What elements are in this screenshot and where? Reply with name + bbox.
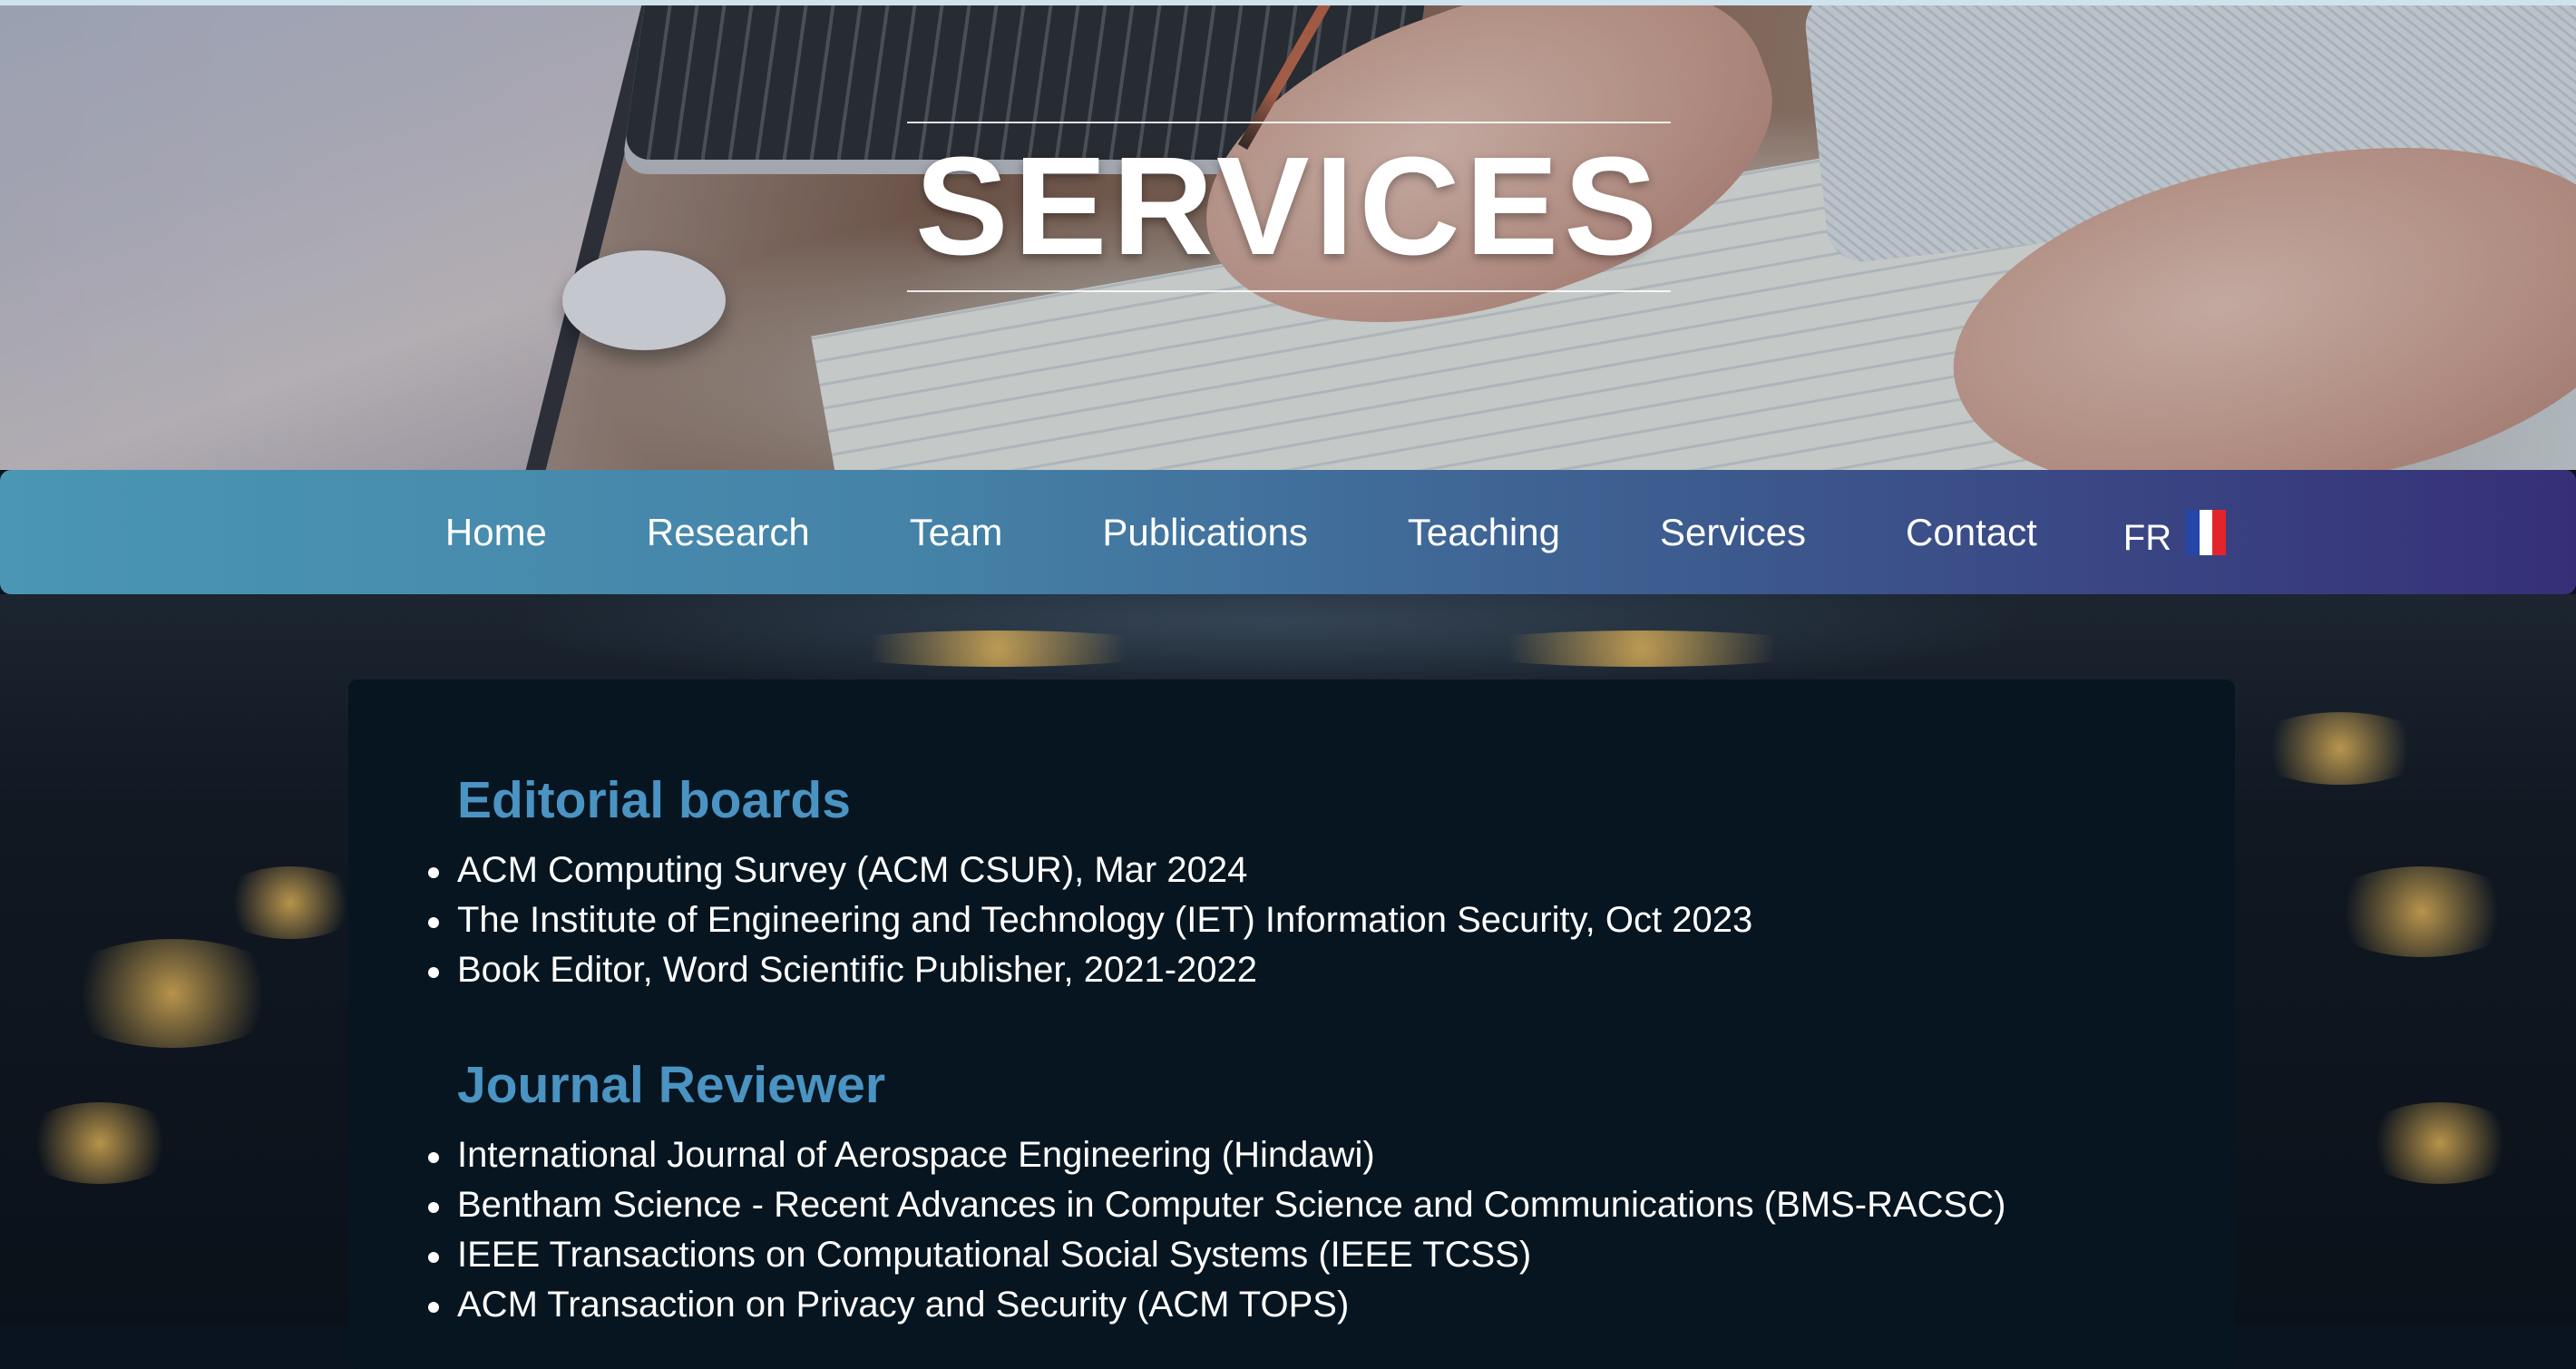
list-item: International Journal of Aerospace Engin… xyxy=(427,1130,2005,1180)
nav-home[interactable]: Home xyxy=(445,511,547,554)
nav-contact[interactable]: Contact xyxy=(1906,511,2037,554)
hero-banner: SERVICES xyxy=(0,5,2576,470)
nav-items: Home Research Team Publications Teaching… xyxy=(395,505,2227,559)
journal-reviewer-list: International Journal of Aerospace Engin… xyxy=(427,1130,2005,1330)
french-flag-icon[interactable] xyxy=(2186,509,2227,555)
section-title-journal-reviewer: Journal Reviewer xyxy=(457,1056,886,1114)
page-title-block: SERVICES xyxy=(907,122,1671,292)
editorial-boards-list: ACM Computing Survey (ACM CSUR), Mar 202… xyxy=(427,846,1752,995)
nav-teaching[interactable]: Teaching xyxy=(1408,511,1560,554)
list-item: Book Editor, Word Scientific Publisher, … xyxy=(427,945,1752,995)
main-nav: Home Research Team Publications Teaching… xyxy=(0,470,2576,594)
list-item: ACM Transaction on Privacy and Security … xyxy=(427,1280,2005,1330)
list-item: The Institute of Engineering and Technol… xyxy=(427,895,1752,945)
title-rule-bottom xyxy=(907,290,1671,292)
content-card: Editorial boards ACM Computing Survey (A… xyxy=(348,680,2235,1369)
nav-team[interactable]: Team xyxy=(910,511,1003,554)
nav-research[interactable]: Research xyxy=(647,511,810,554)
nav-publications[interactable]: Publications xyxy=(1102,511,1307,554)
list-item: ACM Computing Survey (ACM CSUR), Mar 202… xyxy=(427,846,1752,895)
nav-services[interactable]: Services xyxy=(1660,511,1806,554)
language-switch[interactable]: FR xyxy=(2123,505,2227,559)
page-title: SERVICES xyxy=(914,128,1663,284)
section-title-editorial-boards: Editorial boards xyxy=(457,771,851,829)
list-item: Bentham Science - Recent Advances in Com… xyxy=(427,1180,2005,1230)
language-label[interactable]: FR xyxy=(2123,518,2171,559)
list-item: IEEE Transactions on Computational Socia… xyxy=(427,1230,2005,1280)
